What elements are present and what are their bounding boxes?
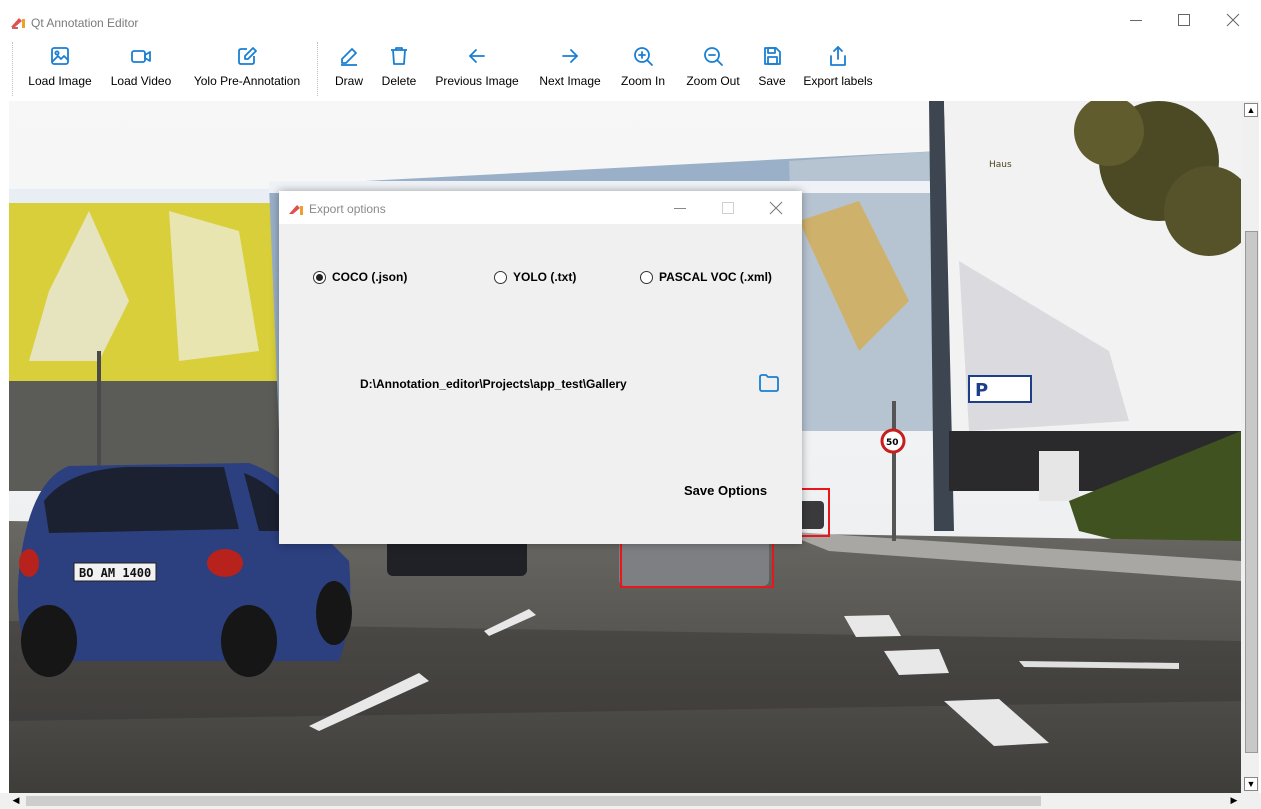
maximize-icon[interactable] (1177, 13, 1191, 27)
dialog-title-bar[interactable]: Export options (279, 191, 802, 224)
dialog-minimize-icon[interactable] (673, 201, 687, 215)
zoom-in-label: Zoom In (620, 74, 665, 88)
delete-label: Delete (381, 74, 417, 88)
radio-yolo[interactable]: YOLO (.txt) (494, 270, 576, 284)
dialog-close-icon[interactable] (769, 201, 783, 215)
export-labels-label: Export labels (803, 74, 873, 88)
window-title: Qt Annotation Editor (31, 16, 139, 30)
save-label: Save (758, 74, 786, 88)
yolo-pre-annotation-label: Yolo Pre-Annotation (193, 74, 301, 88)
load-video-button[interactable]: Load Video (108, 43, 174, 97)
toolbar-separator (317, 42, 318, 96)
toolbar: Load Image Load Video Yolo Pre-Annotatio… (0, 38, 1261, 100)
zoom-out-button[interactable]: Zoom Out (682, 43, 744, 97)
trash-icon (391, 47, 407, 65)
toolbar-handle[interactable] (12, 42, 13, 96)
radio-button[interactable] (494, 270, 507, 284)
next-image-label: Next Image (539, 74, 601, 88)
next-image-button[interactable]: Next Image (534, 43, 606, 97)
image-icon (51, 47, 69, 65)
horizontal-scrollbar[interactable]: ◀ ▶ (0, 793, 1261, 809)
save-options-button[interactable]: Save Options (684, 483, 767, 498)
title-bar: Qt Annotation Editor (0, 0, 1261, 38)
app-logo-icon (11, 18, 25, 29)
radio-button[interactable] (640, 270, 653, 284)
pencil-icon (341, 48, 357, 66)
license-plate-text: BO AM 1400 (79, 566, 151, 580)
scroll-right-icon[interactable]: ▶ (1228, 794, 1240, 806)
app-logo-icon (289, 205, 303, 215)
draw-label: Draw (334, 74, 363, 88)
radio-coco[interactable]: COCO (.json) (313, 270, 407, 284)
yolo-pre-annotation-button[interactable]: Yolo Pre-Annotation (187, 43, 307, 97)
parking-sign-text: P (975, 380, 988, 401)
zoom-out-icon (704, 47, 723, 66)
radio-yolo-label: YOLO (.txt) (513, 270, 577, 284)
scroll-down-icon[interactable]: ▼ (1244, 777, 1258, 791)
previous-image-button[interactable]: Previous Image (431, 43, 523, 97)
minimize-icon[interactable] (1129, 13, 1143, 27)
arrow-left-icon (469, 49, 485, 63)
radio-pascal-voc[interactable]: PASCAL VOC (.xml) (640, 270, 772, 284)
folder-icon[interactable] (758, 373, 780, 393)
zoom-in-button[interactable]: Zoom In (616, 43, 670, 97)
vertical-scrollbar[interactable]: ▲ ▼ (1241, 101, 1259, 793)
video-camera-icon (131, 50, 151, 63)
arrow-right-icon (562, 49, 578, 63)
dialog-title: Export options (309, 202, 386, 216)
load-image-button[interactable]: Load Image (25, 43, 95, 97)
scroll-up-icon[interactable]: ▲ (1244, 103, 1258, 117)
horizontal-scroll-thumb[interactable] (26, 796, 1041, 806)
radio-coco-label: COCO (.json) (332, 270, 408, 284)
scroll-left-icon[interactable]: ◀ (10, 794, 22, 806)
export-labels-button[interactable]: Export labels (800, 43, 876, 97)
draw-button[interactable]: Draw (330, 43, 368, 97)
previous-image-label: Previous Image (435, 74, 519, 88)
save-button[interactable]: Save (755, 43, 789, 97)
export-options-dialog: Export options COCO (.json) YOLO (.txt) … (279, 191, 802, 544)
export-path-label: D:\Annotation_editor\Projects\app_test\G… (360, 377, 627, 391)
radio-button[interactable] (313, 270, 326, 284)
zoom-out-label: Zoom Out (686, 74, 740, 88)
dialog-maximize-icon (722, 202, 734, 214)
load-video-label: Load Video (110, 74, 172, 88)
floppy-disk-icon (764, 47, 781, 65)
edit-icon (238, 47, 257, 65)
radio-pascal-voc-label: PASCAL VOC (.xml) (659, 270, 772, 284)
close-icon[interactable] (1226, 13, 1240, 27)
share-upload-icon (830, 46, 846, 66)
delete-button[interactable]: Delete (376, 43, 422, 97)
load-image-label: Load Image (28, 74, 92, 88)
zoom-in-icon (634, 47, 653, 66)
speed-sign-text: 50 (886, 438, 899, 448)
building-sign-text: Haus (989, 160, 1012, 170)
vertical-scroll-thumb[interactable] (1245, 231, 1258, 753)
